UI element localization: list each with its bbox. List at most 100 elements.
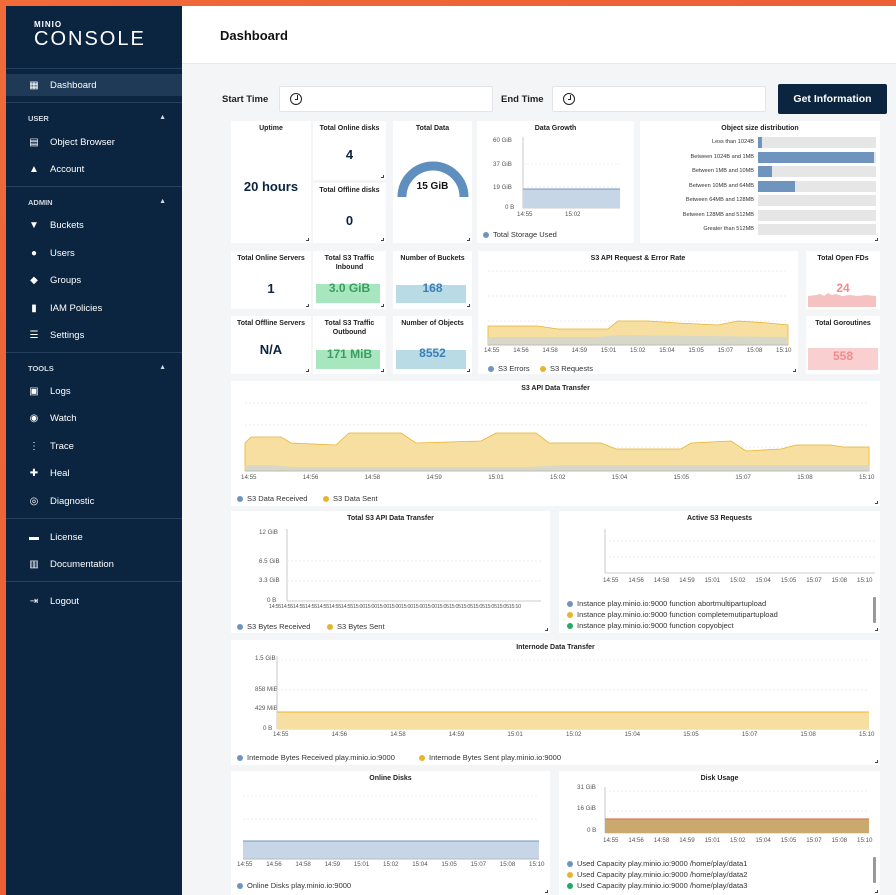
sidebar-item-object-browser[interactable]: ▤ Object Browser (6, 131, 182, 153)
active-request-item[interactable]: Instance play.minio.io:9000 function cop… (567, 621, 734, 630)
sidebar-item-label: Logs (50, 385, 71, 397)
disk-usage-item[interactable]: Used Capacity play.minio.io:9000 /home/p… (567, 881, 747, 890)
x-tick: 14:59 (679, 577, 695, 584)
x-tick: 15:04 (755, 837, 771, 844)
x-tick: 15:02 (550, 474, 566, 481)
x-ticks: 14:5514:5514:5514:5514:5514:5514:5515:00… (269, 604, 521, 610)
x-tick: 15:08 (499, 861, 516, 868)
legend-s3-bytes-sent[interactable]: S3 Bytes Sent (327, 622, 385, 631)
x-tick: 15:07 (741, 731, 758, 738)
card-title: Total Offline disks (319, 187, 380, 194)
x-tick: 15:10 (529, 861, 545, 868)
disk-usage-item[interactable]: Used Capacity play.minio.io:9000 /home/p… (567, 870, 747, 879)
sidebar-item-label: Logout (50, 595, 80, 607)
osd-bar-track (758, 166, 876, 177)
get-information-button[interactable]: Get Information (778, 84, 887, 114)
open-fds-spark (808, 293, 876, 307)
osd-row: Between 10MB and 64MB (640, 180, 880, 192)
sidebar-item-settings[interactable]: ☰ Settings (6, 324, 182, 346)
total-transfer-plot (286, 529, 541, 602)
collapse-tools-icon[interactable]: ▲ (159, 364, 166, 371)
page-title: Dashboard (220, 28, 288, 43)
sidebar-item-license[interactable]: ▬ License (6, 526, 182, 548)
x-tick: 15:05 (780, 837, 797, 844)
x-tick: 14:55 (273, 731, 289, 738)
api-rate-plot (487, 270, 789, 346)
collapse-user-icon[interactable]: ▲ (159, 114, 166, 121)
open-fds-card: Total Open FDs 24 (806, 251, 880, 309)
x-tick: 14:58 (364, 474, 381, 481)
sidebar-item-watch[interactable]: ◉ Watch (6, 407, 182, 429)
x-tick: 15:07 (806, 837, 822, 844)
legend-internode-sent[interactable]: Internode Bytes Sent play.minio.io:9000 (419, 753, 561, 762)
sidebar-item-dashboard[interactable]: ▦ Dashboard (6, 74, 182, 96)
legend-label: Online Disks play.minio.io:9000 (247, 881, 352, 890)
legend-s3-data-sent[interactable]: S3 Data Sent (323, 494, 378, 503)
sidebar-item-documentation[interactable]: ▥ Documentation (6, 553, 182, 575)
x-tick: 15:04 (624, 731, 641, 738)
sidebar-item-heal[interactable]: ✚ Heal (6, 462, 182, 484)
disk-usage-item[interactable]: Used Capacity play.minio.io:9000 /home/p… (567, 859, 747, 868)
x-tick: 14:59 (679, 837, 695, 844)
legend-online-disks[interactable]: Online Disks play.minio.io:9000 (237, 881, 351, 890)
scrollbar[interactable] (873, 597, 876, 623)
active-request-item[interactable]: Instance play.minio.io:9000 function com… (567, 610, 778, 619)
end-time-input[interactable] (552, 86, 766, 112)
heal-icon: ✚ (29, 467, 39, 479)
uptime-value: 20 hours (243, 179, 299, 194)
sidebar-item-trace[interactable]: ⋮ Trace (6, 435, 182, 457)
item-label: Instance play.minio.io:9000 function abo… (577, 599, 767, 608)
start-time-label: Start Time (222, 94, 269, 105)
clock-icon[interactable] (290, 93, 302, 105)
sidebar-item-diagnostic[interactable]: ◎ Diagnostic (6, 490, 182, 512)
sidebar-item-buckets[interactable]: ▼ Buckets (6, 214, 182, 236)
legend-s3-bytes-received[interactable]: S3 Bytes Received (237, 622, 310, 631)
s3-outbound-card: Total S3 Traffic Outbound 171 MiB (313, 316, 386, 374)
scrollbar[interactable] (873, 857, 876, 883)
x-tick: 14:58 (653, 577, 670, 584)
legend-s3-errors[interactable]: S3 Errors (488, 364, 530, 373)
x-tick: 15:05 (780, 577, 797, 584)
osd-bar-track (758, 209, 876, 221)
item-label: Used Capacity play.minio.io:9000 /home/p… (577, 881, 748, 890)
api-transfer-card: S3 API Data Transfer 14:55 14:56 14:58 14:5… (231, 381, 880, 506)
legend-total-storage[interactable]: Total Storage Used (483, 230, 557, 239)
sidebar-item-users[interactable]: ● Users (6, 242, 182, 264)
sidebar-item-label: Heal (50, 467, 70, 479)
legend-internode-received[interactable]: Internode Bytes Received play.minio.io:9… (237, 753, 395, 762)
x-tick: 15:02 (566, 731, 582, 738)
x-tick: 15:01 (704, 577, 721, 584)
osd-row: Between 1024B and 1MB (640, 151, 880, 163)
section-tools: TOOLS (28, 364, 54, 373)
sidebar-item-iam-policies[interactable]: ▮ IAM Policies (6, 297, 182, 319)
collapse-admin-icon[interactable]: ▲ (159, 198, 166, 205)
sidebar-item-logout[interactable]: ⇥ Logout (6, 590, 182, 612)
sidebar-item-account[interactable]: ▲ Account (6, 158, 182, 180)
x-tick: 15:08 (797, 474, 813, 481)
number-of-buckets-card: Number of Buckets 168 (393, 251, 472, 309)
sidebar-item-label: Groups (50, 274, 82, 286)
legend-s3-data-received[interactable]: S3 Data Received (237, 494, 307, 503)
item-label: Used Capacity play.minio.io:9000 /home/p… (577, 870, 748, 879)
x-tick: 14:59 (448, 731, 465, 738)
diagnostic-icon: ◎ (29, 495, 39, 507)
x-tick: 15:07 (735, 474, 751, 481)
clock-icon[interactable] (563, 93, 575, 105)
start-time-input[interactable] (279, 86, 493, 112)
x-tick: 14:59 (571, 347, 588, 354)
card-title: Total Offline Servers (237, 320, 305, 327)
x-tick: 14:55 (603, 837, 619, 844)
internode-plot (276, 656, 869, 730)
sidebar: MINIO CONSOLE ▦ Dashboard USER ▲ ▤ Objec… (6, 6, 182, 895)
sidebar-item-groups[interactable]: ◆ Groups (6, 269, 182, 291)
osd-bar (758, 151, 874, 163)
card-title: Total Online Servers (237, 255, 305, 262)
osd-label: Between 128MB and 512MB (682, 211, 754, 218)
card-title: Number of Objects (401, 320, 464, 327)
x-tick: 15:07 (717, 347, 734, 354)
app-window: MINIO CONSOLE ▦ Dashboard USER ▲ ▤ Objec… (6, 6, 896, 895)
legend-s3-requests[interactable]: S3 Requests (540, 364, 593, 373)
sidebar-item-logs[interactable]: ▣ Logs (6, 380, 182, 402)
offline-servers-value: N/A (259, 342, 283, 357)
active-request-item[interactable]: Instance play.minio.io:9000 function abo… (567, 599, 766, 608)
